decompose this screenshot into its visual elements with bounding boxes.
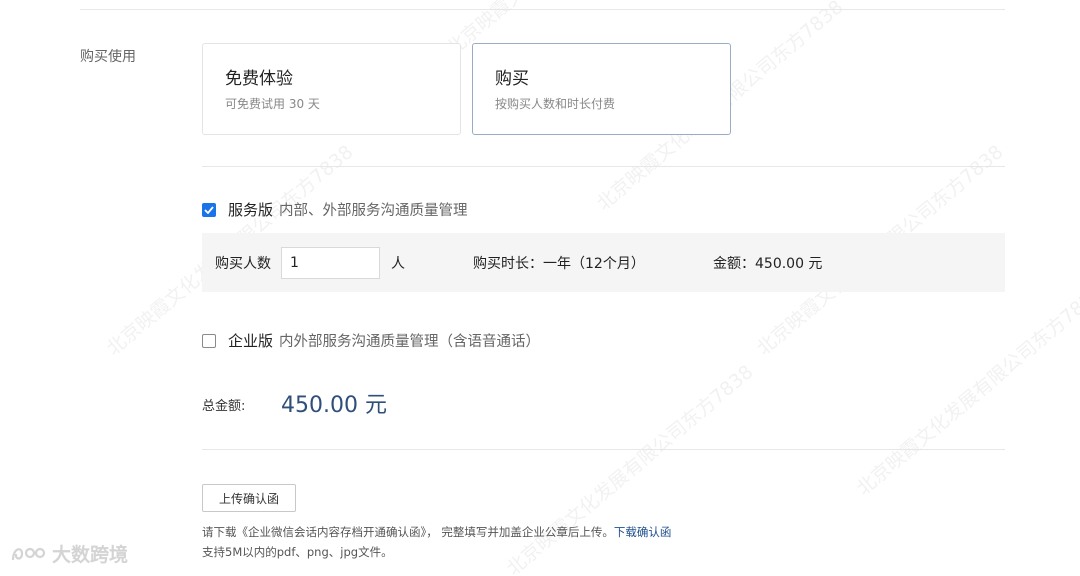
enterprise-edition-checkbox[interactable] — [202, 333, 216, 348]
total-label: 总金额: — [202, 399, 246, 414]
service-edition-name: 服务版 — [228, 201, 274, 219]
checkmark-icon — [204, 205, 214, 214]
buy-plan-subtitle: 按购买人数和时长付费 — [495, 97, 616, 111]
section-divider — [202, 166, 1005, 167]
enterprise-edition-row: 企业版 内外部服务沟通质量管理（含语音通话） — [202, 330, 540, 351]
free-trial-title: 免费体验 — [225, 69, 293, 89]
upload-format-note: 支持5M以内的pdf、png、jpg文件。 — [202, 545, 393, 559]
upload-note: 请下载《企业微信会话内容存档开通确认函》， 完整填写并加盖企业公章后上传。下载确… — [202, 524, 671, 540]
enterprise-edition-description: 内外部服务沟通质量管理（含语音通话） — [279, 334, 541, 350]
top-divider — [80, 9, 1005, 10]
watermark-text: 北京映霞文化发展有限公司东方7838 — [502, 360, 758, 576]
bottom-divider — [202, 449, 1005, 450]
duration-text: 购买时长：一年（12个月） — [473, 255, 645, 272]
amount-text: 金额：450.00 元 — [713, 255, 823, 272]
service-edition-checkbox[interactable] — [202, 202, 216, 217]
upload-note-text: 请下载《企业微信会话内容存档开通确认函》， 完整填写并加盖企业公章后上传。 — [202, 525, 614, 539]
watermark-text: 北京映霞文化发展有限公司东方7838 — [852, 280, 1080, 500]
download-confirmation-link[interactable]: 下载确认函 — [614, 525, 672, 539]
service-edition-row: 服务版 内部、外部服务沟通质量管理 — [202, 199, 468, 220]
buy-plan-title: 购买 — [495, 69, 529, 89]
section-label: 购买使用 — [80, 49, 136, 65]
service-edition-description: 内部、外部服务沟通质量管理 — [279, 203, 468, 219]
watermark-logo-text: 大数跨境 — [52, 544, 129, 566]
total-value: 450.00 元 — [281, 393, 387, 418]
watermark-logo: 大数跨境 — [10, 540, 128, 567]
quantity-group: 购买人数 人 — [215, 233, 405, 292]
enterprise-edition-name: 企业版 — [228, 332, 274, 350]
brand-logo-icon — [11, 547, 46, 560]
free-trial-subtitle: 可免费试用 30 天 — [225, 97, 320, 111]
buy-plan-card[interactable]: 购买 按购买人数和时长付费 — [472, 43, 731, 135]
free-trial-card[interactable]: 免费体验 可免费试用 30 天 — [202, 43, 461, 135]
quantity-label: 购买人数 — [215, 255, 271, 272]
quantity-input[interactable] — [281, 246, 380, 279]
purchase-panel: 购买人数 人 购买时长：一年（12个月） 金额：450.00 元 — [202, 233, 1005, 292]
upload-confirmation-button[interactable]: 上传确认函 — [202, 484, 296, 512]
quantity-unit: 人 — [391, 255, 405, 272]
